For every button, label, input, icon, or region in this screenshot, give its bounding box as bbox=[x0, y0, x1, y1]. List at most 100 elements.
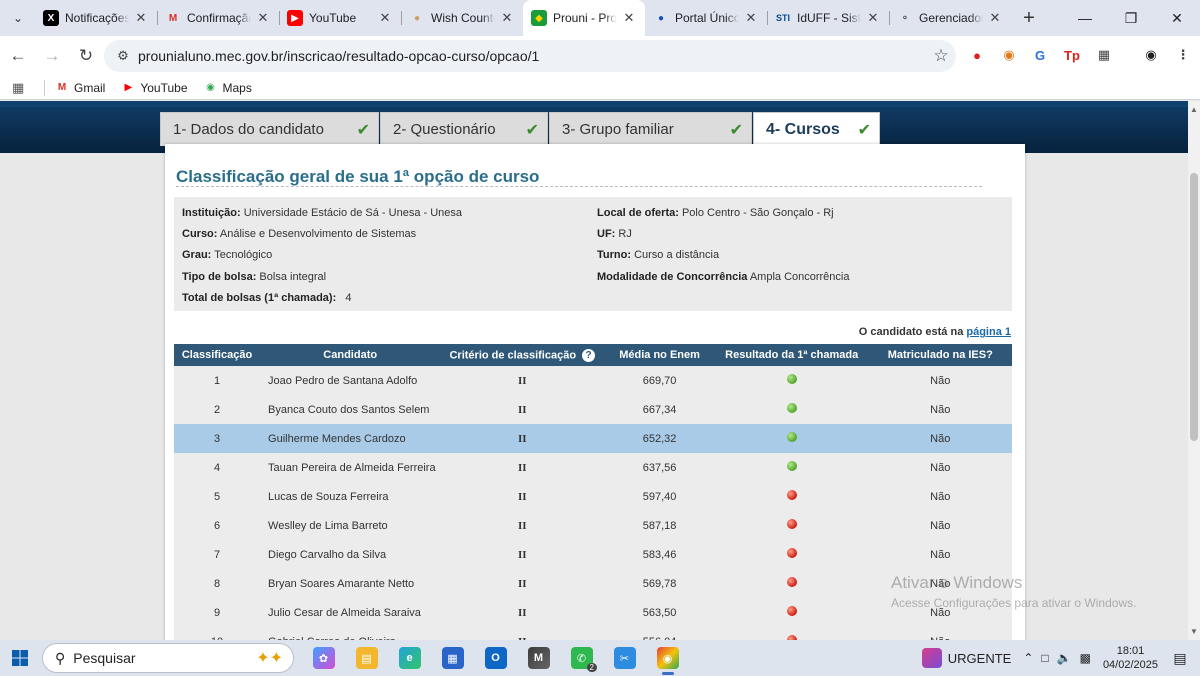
honey-extension-icon[interactable]: ◉ bbox=[998, 44, 1020, 66]
info-right-3: Modalidade de Concorrência Ampla Concorr… bbox=[597, 271, 849, 283]
result-cell bbox=[714, 598, 869, 627]
extensions-puzzle-icon[interactable]: ▦ bbox=[1093, 44, 1115, 66]
forward-button[interactable]: → bbox=[36, 40, 68, 72]
taskbar-app[interactable]: ✂ bbox=[603, 640, 646, 676]
bookmarks-bar: ▦ M Gmail ▶ YouTube ◉ Maps bbox=[0, 76, 1200, 100]
browser-tab[interactable]: STI IdUFF - Sistema ✕ bbox=[767, 0, 889, 36]
taskbar-app[interactable]: ✿ bbox=[302, 640, 345, 676]
clock[interactable]: 18:01 04/02/2025 bbox=[1103, 644, 1158, 672]
close-tab-icon[interactable]: ✕ bbox=[865, 10, 881, 26]
x-icon: X bbox=[43, 10, 59, 26]
bookmark-star-icon[interactable]: ☆ bbox=[926, 46, 956, 66]
taskbar-app[interactable]: ▤ bbox=[345, 640, 388, 676]
step-tab-1[interactable]: 1- Dados do candidato ✔ bbox=[160, 112, 379, 146]
show-hidden-icons[interactable]: ⌃ bbox=[1023, 651, 1033, 665]
tab-title: YouTube bbox=[309, 11, 357, 25]
close-tab-icon[interactable]: ✕ bbox=[255, 10, 271, 26]
scroll-thumb[interactable] bbox=[1190, 173, 1198, 441]
restore-button[interactable]: ❐ bbox=[1108, 0, 1154, 36]
browser-tab[interactable]: ▶ YouTube ✕ bbox=[279, 0, 401, 36]
volume-icon[interactable]: 🔈 bbox=[1057, 651, 1072, 665]
profile-icon[interactable]: ◉ bbox=[1140, 44, 1162, 66]
site-info-icon[interactable]: ⚙ bbox=[108, 48, 138, 64]
tab-search-button[interactable]: ⌄ bbox=[5, 5, 31, 31]
enrolled-cell: Não bbox=[868, 395, 1012, 424]
enem-score-cell: 556,04 bbox=[604, 627, 715, 640]
rank-cell: 2 bbox=[174, 395, 261, 424]
checkmark-icon: ✔ bbox=[525, 121, 539, 139]
browser-tab[interactable]: M Confirmação ✕ bbox=[157, 0, 279, 36]
taskbar-app[interactable]: ✆ 2 bbox=[560, 640, 603, 676]
result-cell bbox=[714, 366, 869, 395]
help-icon[interactable]: ? bbox=[582, 348, 596, 362]
display-icon[interactable]: ▩ bbox=[1080, 651, 1091, 665]
brazil-flag-icon: ◆ bbox=[531, 10, 547, 26]
scroll-up-icon[interactable]: ▲ bbox=[1190, 105, 1198, 114]
minimize-button[interactable]: — bbox=[1062, 0, 1108, 36]
info-left-2: Grau: Tecnológico bbox=[182, 249, 272, 261]
enrolled-cell: Não bbox=[868, 627, 1012, 640]
reload-button[interactable]: ↻ bbox=[70, 40, 102, 72]
browser-tab[interactable]: ● Wish Counter ✕ bbox=[401, 0, 523, 36]
browser-tab[interactable]: X Notificações ✕ bbox=[35, 0, 157, 36]
candidate-cell: Joao Pedro de Santana Adolfo bbox=[260, 366, 441, 395]
apps-grid-icon[interactable]: ▦ bbox=[12, 80, 36, 96]
step-tab-4[interactable]: 4- Cursos ✔ bbox=[753, 112, 880, 147]
url-text[interactable]: prounialuno.mec.gov.br/inscricao/resulta… bbox=[138, 48, 926, 64]
tab-title: Wish Counter bbox=[431, 11, 495, 25]
step-tab-3[interactable]: 3- Grupo familiar ✔ bbox=[549, 112, 752, 146]
menu-dots-icon[interactable]: ⋮ bbox=[1172, 44, 1194, 66]
forward-arrow-icon: → bbox=[43, 46, 61, 65]
close-tab-icon[interactable]: ✕ bbox=[621, 10, 637, 26]
info-label: Instituição: bbox=[182, 207, 241, 219]
gmail-icon: M bbox=[168, 12, 178, 24]
step-tab-2[interactable]: 2- Questionário ✔ bbox=[380, 112, 548, 146]
browser-tab[interactable]: ● Portal Único ✕ bbox=[645, 0, 767, 36]
info-left-0: Instituição: Universidade Estácio de Sá … bbox=[182, 207, 462, 219]
info-value: Análise e Desenvolvimento de Sistemas bbox=[219, 228, 417, 240]
translate-extension-icon[interactable]: G bbox=[1029, 44, 1051, 66]
taskbar-app[interactable]: ◉ bbox=[646, 640, 689, 676]
start-button[interactable] bbox=[0, 640, 40, 676]
taskbar-search[interactable]: ⚲ Pesquisar ✦✦ bbox=[42, 643, 294, 673]
close-tab-icon[interactable]: ✕ bbox=[987, 10, 1003, 26]
bookmark-maps[interactable]: ◉ Maps bbox=[204, 81, 252, 95]
close-tab-icon[interactable]: ✕ bbox=[743, 10, 759, 26]
tp-extension-icon[interactable]: Tp bbox=[1061, 44, 1083, 66]
network-icon[interactable]: □ bbox=[1041, 651, 1048, 665]
browser-tab[interactable]: ◆ Prouni - Programa ✕ bbox=[523, 0, 645, 36]
close-tab-icon[interactable]: ✕ bbox=[499, 10, 515, 26]
enem-score-cell: 587,18 bbox=[604, 511, 715, 540]
enrolled-cell: Não bbox=[868, 540, 1012, 569]
enem-score-cell: 667,34 bbox=[604, 395, 715, 424]
new-tab-button[interactable]: + bbox=[1015, 4, 1043, 32]
result-cell bbox=[714, 569, 869, 598]
notification-center-icon[interactable]: ▤ bbox=[1168, 650, 1192, 667]
tab-title: Gerenciador bbox=[919, 11, 983, 25]
taskbar-app[interactable]: O bbox=[474, 640, 517, 676]
bookmark-label: YouTube bbox=[140, 80, 188, 95]
back-button[interactable]: ← bbox=[2, 40, 34, 72]
page-link[interactable]: página 1 bbox=[966, 326, 1011, 338]
gmail-icon: M bbox=[57, 82, 67, 93]
close-tab-icon[interactable]: ✕ bbox=[377, 10, 393, 26]
clock-date: 04/02/2025 bbox=[1102, 659, 1158, 671]
taskbar-app[interactable]: e bbox=[388, 640, 431, 676]
bookmark-label: Maps bbox=[222, 80, 252, 95]
red-status-dot-icon bbox=[786, 577, 797, 587]
green-status-dot-icon bbox=[786, 403, 797, 413]
page-scrollbar[interactable]: ▲ ▼ bbox=[1188, 101, 1200, 640]
taskbar-app[interactable]: M bbox=[517, 640, 560, 676]
bookmark-gmail[interactable]: M Gmail bbox=[55, 81, 106, 95]
browser-tab[interactable]: ⚬ Gerenciador ✕ bbox=[889, 0, 1011, 36]
bookmark-youtube[interactable]: ▶ YouTube bbox=[121, 81, 187, 95]
whatsapp-badge: 2 bbox=[586, 663, 597, 672]
urgent-widget[interactable]: URGENTE bbox=[921, 648, 1011, 668]
address-bar[interactable]: ⚙ prounialuno.mec.gov.br/inscricao/resul… bbox=[104, 40, 956, 72]
candidate-cell: Julio Cesar de Almeida Saraiva bbox=[260, 598, 441, 627]
opera-extension-icon[interactable]: ● bbox=[966, 44, 988, 66]
close-window-button[interactable]: ✕ bbox=[1154, 0, 1200, 36]
taskbar-app[interactable]: ▦ bbox=[431, 640, 474, 676]
close-tab-icon[interactable]: ✕ bbox=[133, 10, 149, 26]
scroll-down-icon[interactable]: ▼ bbox=[1190, 627, 1198, 636]
